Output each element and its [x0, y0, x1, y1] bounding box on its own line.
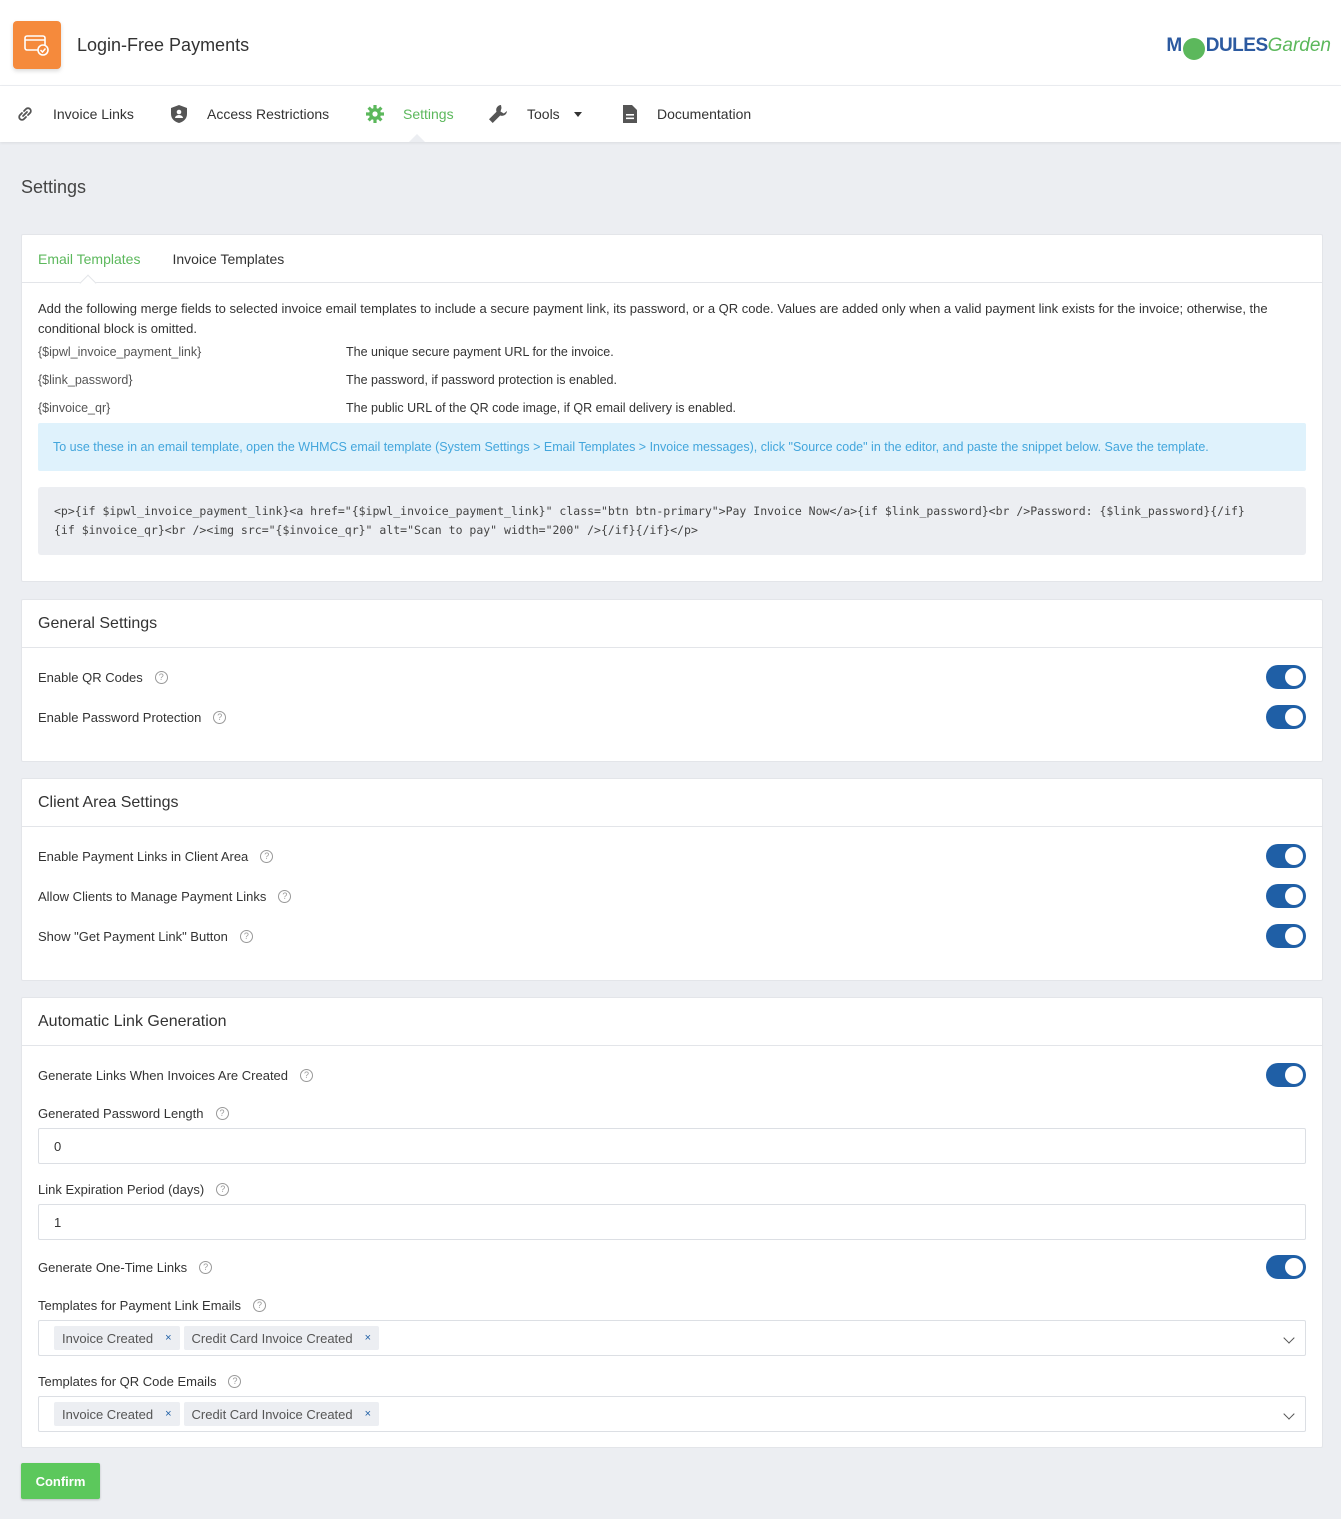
- help-icon[interactable]: ?: [260, 849, 274, 863]
- link-expiration-input[interactable]: 1: [38, 1204, 1306, 1240]
- chevron-down-icon[interactable]: [1283, 1408, 1295, 1420]
- field-label: Templates for Payment Link Emails: [38, 1297, 242, 1313]
- tab-active-indicator: [79, 274, 97, 292]
- merge-field-name: {$link_password}: [38, 373, 133, 387]
- card-title: Client Area Settings: [22, 779, 1322, 827]
- setting-label: Allow Clients to Manage Payment Links: [38, 888, 267, 904]
- setting-row: Show "Get Payment Link" Button?: [38, 924, 1306, 948]
- templates-card: Email Templates Invoice Templates Add th…: [21, 234, 1323, 582]
- merge-field-desc: The password, if password protection is …: [346, 373, 617, 387]
- modulesgarden-logo: M DULES Garden: [1166, 32, 1331, 60]
- field-label-row: Link Expiration Period (days)?: [38, 1177, 1306, 1201]
- setting-label: Generate Links When Invoices Are Created: [38, 1067, 289, 1083]
- client-area-settings-card: Client Area Settings Enable Payment Link…: [21, 778, 1323, 981]
- templates-tabs: Email Templates Invoice Templates: [22, 235, 1322, 292]
- setting-label: Show "Get Payment Link" Button: [38, 928, 228, 944]
- wrench-icon: [489, 105, 507, 123]
- shield-icon: [171, 105, 187, 123]
- tab-invoice-templates[interactable]: Invoice Templates: [172, 251, 284, 267]
- setting-label: Enable Payment Links in Client Area: [38, 848, 249, 864]
- app-payment-icon: [13, 21, 61, 69]
- enable-password-protection-toggle[interactable]: [1266, 705, 1306, 729]
- setting-row: Generate Links When Invoices Are Created…: [38, 1063, 1306, 1087]
- allow-clients-manage-toggle[interactable]: [1266, 884, 1306, 908]
- help-icon[interactable]: ?: [213, 710, 227, 724]
- merge-field-desc: The public URL of the QR code image, if …: [346, 401, 736, 415]
- nav-documentation[interactable]: Documentation: [621, 86, 751, 142]
- show-get-link-button-toggle[interactable]: [1266, 924, 1306, 948]
- setting-row: Enable Password Protection?: [38, 705, 1306, 729]
- confirm-button[interactable]: Confirm: [21, 1463, 100, 1499]
- setting-row: Generate One-Time Links?: [38, 1255, 1306, 1279]
- remove-tag-icon[interactable]: ×: [165, 1332, 171, 1344]
- general-settings-card: General Settings Enable QR Codes? Enable…: [21, 599, 1323, 762]
- help-icon[interactable]: ?: [216, 1182, 230, 1196]
- page-title: Settings: [21, 177, 87, 197]
- nav-tools[interactable]: Tools: [487, 86, 582, 142]
- automatic-link-generation-card: Automatic Link Generation Generate Links…: [21, 997, 1323, 1448]
- help-icon[interactable]: ?: [215, 1106, 229, 1120]
- field-label: Templates for QR Code Emails: [38, 1373, 217, 1389]
- nav-access-restrictions[interactable]: Access Restrictions: [169, 86, 329, 142]
- help-icon[interactable]: ?: [253, 1298, 267, 1312]
- app-title: Login-Free Payments: [77, 35, 250, 55]
- merge-field-name: {$invoice_qr}: [38, 401, 111, 415]
- generate-on-create-toggle[interactable]: [1266, 1063, 1306, 1087]
- one-time-links-toggle[interactable]: [1266, 1255, 1306, 1279]
- chevron-down-icon[interactable]: [1283, 1332, 1295, 1344]
- selected-tag: Credit Card Invoice Created ×: [183, 1402, 380, 1426]
- enable-qr-codes-toggle[interactable]: [1266, 665, 1306, 689]
- field-label-row: Templates for Payment Link Emails?: [38, 1293, 1306, 1317]
- field-label: Generated Password Length: [38, 1105, 204, 1121]
- setting-row: Allow Clients to Manage Payment Links?: [38, 884, 1306, 908]
- payment-link-templates-select[interactable]: Invoice Created × Credit Card Invoice Cre…: [38, 1320, 1306, 1356]
- top-bar: Login-Free Payments M DULES Garden: [0, 0, 1341, 86]
- card-title: Automatic Link Generation: [22, 998, 1322, 1046]
- selected-tag: Invoice Created ×: [54, 1402, 180, 1426]
- nav-active-indicator: [409, 134, 425, 142]
- code-snippet[interactable]: <p>{if $ipwl_invoice_payment_link}<a hre…: [38, 487, 1306, 555]
- tab-email-templates[interactable]: Email Templates: [38, 251, 140, 267]
- setting-label: Generate One-Time Links: [38, 1259, 188, 1275]
- help-icon[interactable]: ?: [239, 929, 253, 943]
- field-label: Link Expiration Period (days): [38, 1181, 205, 1197]
- merge-field-name: {$ipwl_invoice_payment_link}: [38, 345, 202, 359]
- setting-label: Enable Password Protection: [38, 709, 202, 725]
- setting-row: Enable Payment Links in Client Area?: [38, 844, 1306, 868]
- field-label-row: Generated Password Length?: [38, 1101, 1306, 1125]
- field-label-row: Templates for QR Code Emails?: [38, 1369, 1306, 1393]
- merge-field-desc: The unique secure payment URL for the in…: [346, 345, 614, 359]
- gear-icon: [366, 105, 384, 123]
- main-nav: Invoice Links Access Restrictions Settin…: [0, 86, 1341, 142]
- qr-code-templates-select[interactable]: Invoice Created × Credit Card Invoice Cre…: [38, 1396, 1306, 1432]
- password-length-input[interactable]: 0: [38, 1128, 1306, 1164]
- setting-row: Enable QR Codes?: [38, 665, 1306, 689]
- chevron-down-icon: [573, 111, 582, 117]
- remove-tag-icon[interactable]: ×: [365, 1408, 371, 1420]
- remove-tag-icon[interactable]: ×: [165, 1408, 171, 1420]
- selected-tag: Credit Card Invoice Created ×: [183, 1326, 380, 1350]
- help-icon[interactable]: ?: [228, 1374, 242, 1388]
- help-icon[interactable]: ?: [278, 889, 292, 903]
- setting-label: Enable QR Codes: [38, 669, 143, 685]
- help-icon[interactable]: ?: [154, 670, 168, 684]
- help-icon[interactable]: ?: [300, 1068, 314, 1082]
- document-icon: [623, 105, 637, 123]
- nav-invoice-links[interactable]: Invoice Links: [15, 86, 134, 142]
- selected-tag: Invoice Created ×: [54, 1326, 180, 1350]
- help-icon[interactable]: ?: [199, 1260, 213, 1274]
- card-title: General Settings: [22, 600, 1322, 648]
- merge-fields-description: Add the following merge fields to select…: [38, 301, 1268, 336]
- info-alert: To use these in an email template, open …: [38, 423, 1306, 471]
- remove-tag-icon[interactable]: ×: [365, 1332, 371, 1344]
- link-icon: [18, 107, 32, 121]
- enable-payment-links-toggle[interactable]: [1266, 844, 1306, 868]
